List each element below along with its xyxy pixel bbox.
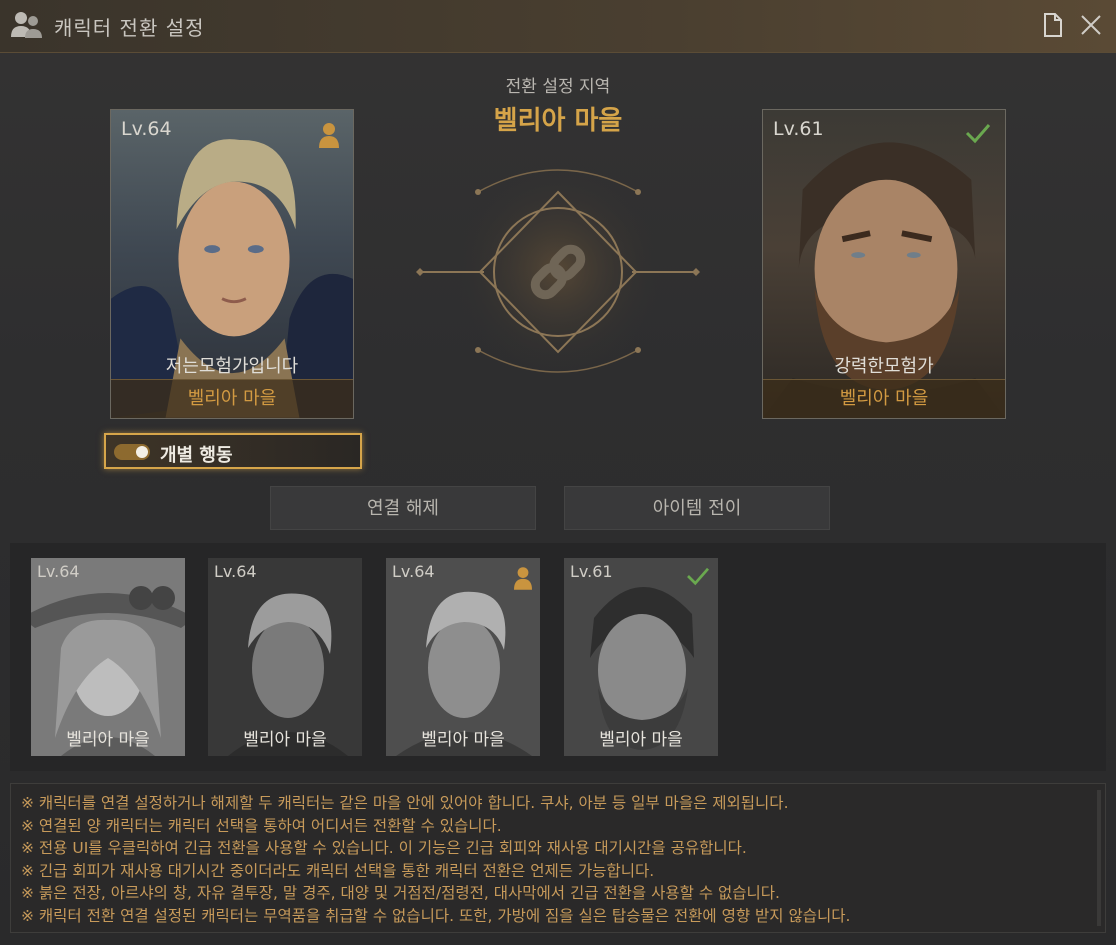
character-town: 벨리아 마을	[243, 730, 327, 750]
region-label: 전환 설정 지역	[505, 77, 611, 97]
character-town: 벨리아 마을	[66, 730, 150, 750]
note-line: ※ 캐릭터를 연결 설정하거나 해제할 두 캐릭터는 같은 마을 안에 있어야 …	[21, 794, 789, 812]
link-emblem-icon	[416, 160, 700, 380]
note-line: ※ 연결된 양 캐릭터는 캐릭터 선택을 통하여 어디서든 전환할 수 있습니다…	[21, 816, 502, 835]
character-card-left[interactable]: Lv.64 저는모험가입니다 벨리아 마을	[110, 109, 354, 419]
scrollbar[interactable]	[1097, 790, 1101, 926]
check-icon	[965, 124, 991, 144]
info-notes: ※ 캐릭터를 연결 설정하거나 해제할 두 캐릭터는 같은 마을 안에 있어야 …	[10, 783, 1106, 933]
character-town: 벨리아 마을	[421, 730, 505, 750]
character-slot-1[interactable]: Lv.64 벨리아 마을	[31, 558, 185, 756]
note-line: ※ 붉은 전장, 아르샤의 창, 자유 결투장, 말 경주, 대양 및 거점전/…	[21, 884, 780, 902]
character-card-right[interactable]: Lv.61 강력한모험가 벨리아 마을	[762, 109, 1006, 419]
character-slot-3[interactable]: Lv.64 벨리아 마을	[386, 558, 540, 756]
character-name: 강력한모험가	[834, 356, 934, 377]
person-icon	[514, 567, 532, 590]
document-icon[interactable]	[1040, 12, 1066, 38]
character-name: 저는모험가입니다	[165, 356, 299, 377]
character-slot-4[interactable]: Lv.61 벨리아 마을	[564, 558, 718, 756]
toggle-switch[interactable]	[114, 444, 150, 460]
character-town: 벨리아 마을	[763, 379, 1005, 418]
note-line: ※ 긴급 회피가 재사용 대기시간 중이더라도 캐릭터 선택을 통한 캐릭터 전…	[21, 861, 655, 880]
character-town: 벨리아 마을	[599, 730, 683, 750]
title-bar[interactable]: 캐릭터 전환 설정	[0, 0, 1116, 53]
note-line: ※ 전용 UI를 우클릭하여 긴급 전환을 사용할 수 있습니다. 이 기능은 …	[21, 839, 747, 857]
close-icon[interactable]	[1078, 12, 1104, 38]
character-level: Lv.64	[121, 118, 172, 140]
character-switch-window: 캐릭터 전환 설정 전환 설정 지역 벨리아 마을 Lv.64 저는모험가입니다…	[0, 0, 1116, 945]
note-line: ※ 캐릭터 전환 연결 설정된 캐릭터는 무역품을 취급할 수 없습니다. 또한…	[21, 906, 851, 925]
toggle-knob	[136, 446, 148, 458]
character-level: Lv.64	[214, 562, 257, 581]
character-slot-2[interactable]: Lv.64 벨리아 마을	[208, 558, 362, 756]
character-town: 벨리아 마을	[111, 379, 353, 418]
character-level: Lv.64	[37, 562, 80, 581]
unlink-button[interactable]: 연결 해제	[270, 486, 536, 530]
character-level: Lv.64	[392, 562, 435, 581]
person-icon	[319, 123, 339, 148]
item-transfer-button[interactable]: 아이템 전이	[564, 486, 830, 530]
character-level: Lv.61	[570, 562, 613, 581]
window-title: 캐릭터 전환 설정	[54, 16, 205, 40]
users-icon	[11, 12, 42, 38]
character-level: Lv.61	[773, 118, 824, 140]
check-icon	[687, 567, 710, 586]
toggle-label: 개별 행동	[160, 445, 233, 466]
individual-action-toggle[interactable]: 개별 행동	[104, 433, 362, 469]
